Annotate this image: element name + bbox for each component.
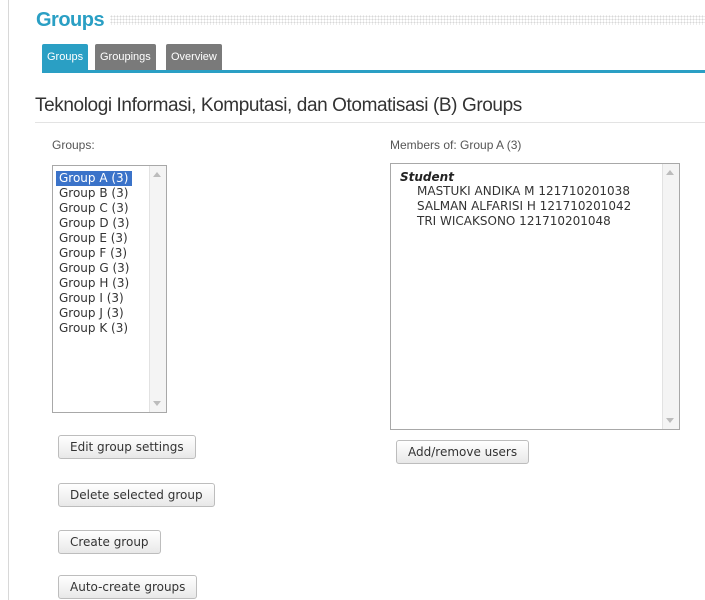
role-group-label: Student: [400, 170, 454, 184]
scroll-up-icon[interactable]: [666, 170, 674, 175]
scroll-down-icon[interactable]: [666, 418, 674, 423]
tab-underline: [42, 70, 705, 73]
title-bar: Groups: [36, 9, 705, 31]
members-scrollbar[interactable]: [662, 164, 679, 429]
groups-options: Group A (3) Group B (3) Group C (3) Group D…: [56, 171, 133, 336]
groups-label: Groups:: [52, 138, 95, 152]
tab-overview[interactable]: Overview: [166, 44, 222, 70]
member-item[interactable]: SALMAN ALFARISI H 121710201042: [400, 199, 631, 214]
groups-scrollbar[interactable]: [149, 166, 166, 412]
group-option[interactable]: Group J (3): [56, 306, 132, 321]
scroll-up-icon[interactable]: [153, 172, 161, 177]
title-divider: [110, 15, 705, 25]
members-content: Student MASTUKI ANDIKA M 121710201038 SA…: [400, 170, 631, 229]
group-option[interactable]: Group B (3): [56, 186, 132, 201]
group-option[interactable]: Group G (3): [56, 261, 132, 276]
delete-selected-group-button[interactable]: Delete selected group: [58, 483, 215, 507]
course-groups-heading: Teknologi Informasi, Komputasi, dan Otom…: [35, 95, 522, 116]
member-item[interactable]: TRI WICAKSONO 121710201048: [400, 214, 631, 229]
groups-listbox[interactable]: Group A (3) Group B (3) Group C (3) Group D…: [52, 165, 167, 413]
group-option[interactable]: Group H (3): [56, 276, 132, 291]
members-listbox[interactable]: Student MASTUKI ANDIKA M 121710201038 SA…: [390, 163, 680, 430]
tab-groupings[interactable]: Groupings: [95, 44, 156, 70]
group-option[interactable]: Group F (3): [56, 246, 132, 261]
auto-create-groups-button[interactable]: Auto-create groups: [58, 575, 198, 599]
add-remove-users-button[interactable]: Add/remove users: [396, 440, 530, 464]
group-option[interactable]: Group I (3): [56, 291, 132, 306]
group-option[interactable]: Group E (3): [56, 231, 132, 246]
group-option[interactable]: Group K (3): [56, 321, 132, 336]
page-title: Groups: [36, 9, 105, 31]
member-item[interactable]: MASTUKI ANDIKA M 121710201038: [400, 184, 631, 199]
group-option[interactable]: Group C (3): [56, 201, 132, 216]
group-option[interactable]: Group D (3): [56, 216, 132, 231]
members-label: Members of: Group A (3): [390, 138, 522, 152]
tab-groups[interactable]: Groups: [42, 44, 89, 70]
edit-group-settings-button[interactable]: Edit group settings: [58, 435, 196, 459]
create-group-button[interactable]: Create group: [58, 530, 161, 554]
group-option[interactable]: Group A (3): [56, 171, 133, 186]
scroll-down-icon[interactable]: [153, 401, 161, 406]
heading-divider: [35, 122, 705, 123]
